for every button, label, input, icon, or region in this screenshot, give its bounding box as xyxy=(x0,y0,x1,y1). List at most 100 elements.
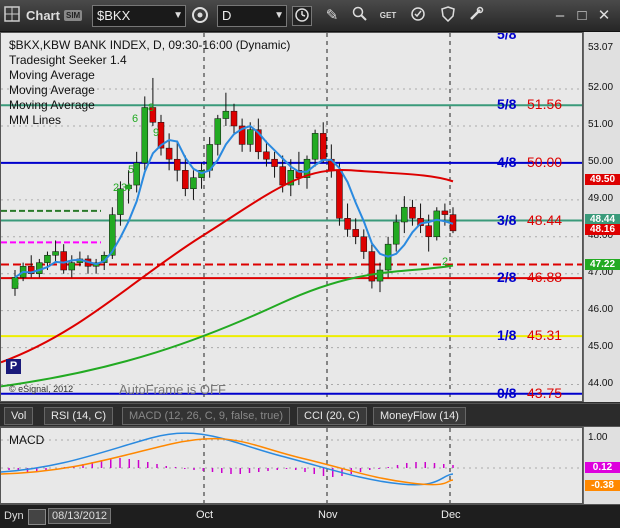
candle-body xyxy=(173,158,181,171)
seeker-count: 4 xyxy=(125,182,131,194)
seeker-count: 9 xyxy=(153,127,159,139)
minimize-icon[interactable]: – xyxy=(550,6,570,26)
x-label-nov: Nov xyxy=(318,509,338,521)
tab-cci[interactable]: CCI (20, C) xyxy=(297,407,367,425)
price-tag: 48.44 xyxy=(585,213,620,225)
candle-body xyxy=(222,110,230,119)
chart-toolbar: Chart SIM $BKX ▼ D ▼ ✎ GET – □ ✕ xyxy=(0,0,620,32)
p-badge[interactable]: P xyxy=(6,359,21,374)
seeker-count: 8 xyxy=(148,102,154,114)
tab-moneyflow[interactable]: MoneyFlow (14) xyxy=(373,407,466,425)
dyn-label[interactable]: Dyn xyxy=(4,510,24,522)
price-chart-pane[interactable]: 823456892 $BKX,KBW BANK INDEX, D, 09:30-… xyxy=(0,32,583,402)
chart-legend-seeker: Tradesight Seeker 1.4 xyxy=(9,53,127,67)
price-tick: 53.07 xyxy=(588,42,614,54)
chart-legend-ma2: Moving Average xyxy=(9,83,95,97)
time-axis-bar: Dyn 08/13/2012 Oct Nov Dec xyxy=(0,504,620,528)
candle-body xyxy=(60,251,67,271)
zoom-icon[interactable] xyxy=(350,6,370,26)
candle-body xyxy=(279,166,286,186)
chart-legend-mm: MM Lines xyxy=(9,113,62,127)
candle-body xyxy=(44,254,51,263)
mm-level-value: 45.31 xyxy=(527,327,563,344)
candle-body xyxy=(409,206,416,219)
macd-title: MACD xyxy=(9,433,45,447)
macd-tick-1: 1.00 xyxy=(588,432,608,443)
candle-body xyxy=(376,269,384,282)
price-tick: 44.00 xyxy=(588,377,614,389)
esignal-chart-window: Chart SIM $BKX ▼ D ▼ ✎ GET – □ ✕ 8 2 3 4… xyxy=(0,0,620,528)
tab-macd[interactable]: MACD (12, 26, C, 9, false, true) xyxy=(122,407,291,425)
chevron-down-icon[interactable]: ▼ xyxy=(173,6,183,26)
candle-body xyxy=(230,110,238,127)
chart-legend-ma3: Moving Average xyxy=(9,98,95,112)
price-tag: 48.16 xyxy=(585,223,620,235)
close-icon[interactable]: ✕ xyxy=(594,6,614,26)
mm-level-value: 50.00 xyxy=(527,153,563,170)
candle-body xyxy=(352,229,359,238)
pencil-icon[interactable]: ✎ xyxy=(322,6,342,26)
macd-axis: 1.00 0.12 -0.38 xyxy=(583,427,620,504)
candle-body xyxy=(425,225,432,238)
candle-body xyxy=(52,251,59,256)
macd-pane[interactable]: MACD xyxy=(0,427,583,504)
refresh-icon[interactable] xyxy=(190,6,210,26)
sim-badge: SIM xyxy=(64,10,83,21)
seeker-count: 5 xyxy=(128,164,134,176)
candle-body xyxy=(263,151,270,160)
price-tick: 51.00 xyxy=(588,118,614,130)
start-date-field[interactable]: 08/13/2012 xyxy=(48,508,112,524)
candle-body xyxy=(68,262,76,271)
wrench-icon[interactable] xyxy=(466,6,486,26)
candle-body xyxy=(214,118,222,145)
candle-body xyxy=(141,107,149,164)
candle-body xyxy=(360,236,368,252)
circle-icon[interactable] xyxy=(408,6,428,26)
symbol-input[interactable]: $BKX ▼ xyxy=(92,5,186,27)
mm-level-label: 3/8 xyxy=(497,211,517,228)
candle-body xyxy=(433,210,441,238)
seeker-count: 8 xyxy=(13,277,19,289)
window-title: Chart xyxy=(26,8,60,23)
mm-level-label: 0/8 xyxy=(497,384,517,401)
price-tick: 46.00 xyxy=(588,303,614,315)
candle-body xyxy=(401,206,408,223)
candle-body xyxy=(311,133,319,160)
grid-icon[interactable] xyxy=(2,6,22,26)
candle-body xyxy=(182,170,189,190)
macd-line xyxy=(1,432,454,486)
candle-body xyxy=(441,210,449,215)
tab-vol[interactable]: Vol xyxy=(4,407,34,425)
mm-top-partial-label: 5/8 xyxy=(497,32,517,42)
mm-level-value: 51.56 xyxy=(527,96,563,113)
mm-level-label: 2/8 xyxy=(497,269,517,286)
tab-rsi[interactable]: RSI (14, C) xyxy=(44,407,114,425)
candle-body xyxy=(190,177,197,190)
clock-icon[interactable] xyxy=(292,6,312,26)
shield-icon[interactable] xyxy=(438,6,458,26)
interval-value: D xyxy=(222,8,232,23)
chevron-down-icon[interactable]: ▼ xyxy=(274,6,284,26)
price-tick: 50.00 xyxy=(588,155,614,167)
candle-body xyxy=(319,133,327,160)
candle-body xyxy=(392,221,400,245)
get-icon[interactable]: GET xyxy=(378,6,398,26)
dyn-toggle-icon[interactable] xyxy=(28,509,46,525)
autoframe-text: AutoFrame is OFF xyxy=(119,382,226,397)
candle-body xyxy=(246,129,254,145)
candle-body xyxy=(271,158,278,167)
price-tick: 49.00 xyxy=(588,192,614,204)
mm-level-label: 4/8 xyxy=(497,153,517,170)
macd-signal-tag: -0.38 xyxy=(585,480,620,491)
interval-input[interactable]: D ▼ xyxy=(217,5,287,27)
candle-body xyxy=(36,262,43,274)
candle-body xyxy=(368,251,376,282)
copyright-text: © eSignal, 2012 xyxy=(9,384,74,394)
candle-body xyxy=(336,170,343,219)
maximize-icon[interactable]: □ xyxy=(572,6,592,26)
ma-long-line xyxy=(1,264,454,388)
price-tag: 47.22 xyxy=(585,258,620,270)
price-tick: 45.00 xyxy=(588,340,614,352)
x-label-dec: Dec xyxy=(441,509,461,521)
mm-level-value: 43.75 xyxy=(527,384,563,401)
